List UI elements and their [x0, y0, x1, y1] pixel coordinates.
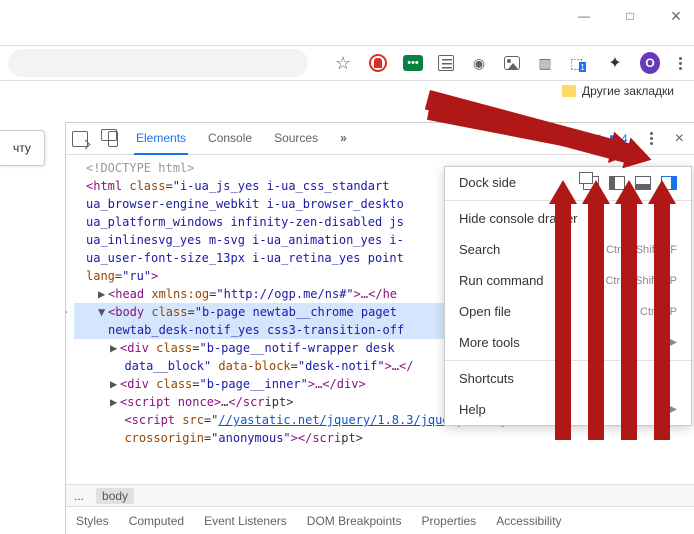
doctype: <!DOCTYPE html>	[86, 161, 194, 175]
collection-icon[interactable]: ▥	[535, 53, 555, 73]
dock-right-icon[interactable]	[661, 176, 677, 190]
tab-sources[interactable]: Sources	[272, 123, 320, 155]
menu-more-tools[interactable]: More tools▶	[445, 327, 691, 358]
breadcrumb[interactable]: ... body	[66, 484, 694, 506]
window-close[interactable]: ×	[668, 8, 684, 24]
dice-icon[interactable]: ⬚1	[570, 53, 590, 73]
subtab-dom-breakpoints[interactable]: DOM Breakpoints	[307, 514, 402, 528]
devtools-menu-icon[interactable]	[646, 128, 657, 149]
device-toggle-icon[interactable]	[108, 131, 118, 147]
subtab-event-listeners[interactable]: Event Listeners	[204, 514, 287, 528]
folder-icon	[562, 85, 576, 97]
window-minimize[interactable]: —	[576, 8, 592, 24]
browser-menu-icon[interactable]	[675, 53, 686, 74]
devtools-close-icon[interactable]: ×	[675, 130, 684, 148]
menu-dock-side: Dock side	[445, 167, 691, 198]
subtab-properties[interactable]: Properties	[421, 514, 476, 528]
tabs-overflow[interactable]: »	[338, 123, 349, 155]
reader-icon[interactable]	[438, 55, 454, 71]
tab-elements[interactable]: Elements	[134, 123, 188, 155]
inspect-icon[interactable]	[72, 131, 88, 147]
menu-help[interactable]: Help▶	[445, 394, 691, 425]
warnings-badge[interactable]: ▲ 1	[579, 132, 603, 146]
menu-open-file[interactable]: Open fileCtrl + P	[445, 296, 691, 327]
devtools-dropdown-menu: Dock side Hide console drawer SearchCtrl…	[444, 166, 692, 426]
eye-icon[interactable]: ◉	[469, 53, 489, 73]
subtab-computed[interactable]: Computed	[129, 514, 184, 528]
styles-subtabs: Styles Computed Event Listeners DOM Brea…	[66, 506, 694, 534]
menu-hide-drawer[interactable]: Hide console drawer	[445, 203, 691, 234]
messages-badge[interactable]: ▮ 4	[609, 132, 628, 146]
browser-toolbar: ☆ ••• ◉ ▥ ⬚1 ✦ O	[0, 45, 694, 81]
subtab-accessibility[interactable]: Accessibility	[496, 514, 561, 528]
bookmark-bar: Другие закладки	[562, 84, 674, 98]
window-maximize[interactable]: □	[622, 8, 638, 24]
menu-run-command[interactable]: Run commandCtrl + Shift + P	[445, 265, 691, 296]
tab-console[interactable]: Console	[206, 123, 254, 155]
partial-tab[interactable]: чту	[0, 130, 45, 166]
extension-green-icon[interactable]: •••	[403, 53, 423, 73]
menu-search[interactable]: SearchCtrl + Shift + F	[445, 234, 691, 265]
omnibox[interactable]	[8, 49, 308, 77]
extensions-puzzle-icon[interactable]: ✦	[605, 53, 625, 73]
picture-icon[interactable]	[504, 56, 520, 70]
adblock-icon[interactable]	[368, 53, 388, 73]
devtools-toolbar: Elements Console Sources » ▲ 1 ▮ 4 ×	[66, 123, 694, 155]
profile-avatar[interactable]: O	[640, 53, 660, 73]
dock-bottom-icon[interactable]	[635, 176, 651, 190]
dock-left-icon[interactable]	[609, 176, 625, 190]
dock-undock-icon[interactable]	[583, 176, 599, 190]
subtab-styles[interactable]: Styles	[76, 514, 109, 528]
star-icon[interactable]: ☆	[333, 53, 353, 73]
menu-shortcuts[interactable]: Shortcuts	[445, 363, 691, 394]
other-bookmarks[interactable]: Другие закладки	[582, 84, 674, 98]
